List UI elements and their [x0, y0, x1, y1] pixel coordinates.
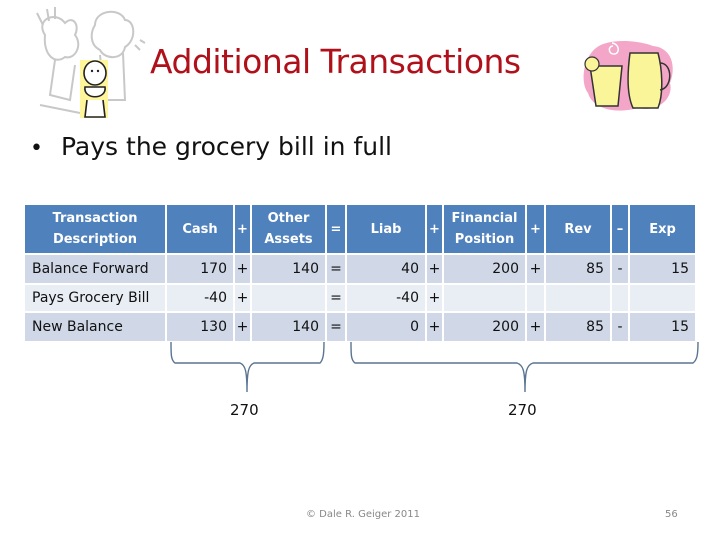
row-1-op-3: +	[427, 255, 442, 283]
row-2-financial-position	[444, 285, 525, 311]
bullet-text: Pays the grocery bill in full	[60, 132, 392, 161]
header-description: Transaction Description	[25, 205, 165, 253]
header-revenue: Rev	[546, 205, 610, 253]
row-3-op-5: -	[612, 313, 628, 341]
assets-total: 270	[230, 401, 259, 419]
header-plus-2: +	[427, 205, 442, 253]
row-2-description: Pays Grocery Bill	[25, 285, 165, 311]
row-3-cash: 130	[167, 313, 233, 341]
header-minus: –	[612, 205, 628, 253]
header-other-assets: Other Assets	[252, 205, 325, 253]
row-1-op-4: +	[527, 255, 544, 283]
row-1-op-1: +	[235, 255, 250, 283]
row-1-op-5: -	[612, 255, 628, 283]
row-1-cash: 170	[167, 255, 233, 283]
copyright-footer: © Dale R. Geiger 2011	[306, 509, 420, 520]
row-1-other-assets: 140	[252, 255, 325, 283]
row-3-liabilities: 0	[347, 313, 425, 341]
row-2-op-5	[612, 285, 628, 311]
page-number: 56	[665, 509, 678, 520]
row-3-op-3: +	[427, 313, 442, 341]
row-2-op-3: +	[427, 285, 442, 311]
row-3-revenue: 85	[546, 313, 610, 341]
row-3-other-assets: 140	[252, 313, 325, 341]
claims-total: 270	[508, 401, 537, 419]
row-1-expenses: 15	[630, 255, 695, 283]
row-3-financial-position: 200	[444, 313, 525, 341]
row-1-op-2: =	[327, 255, 345, 283]
row-2-op-1: +	[235, 285, 250, 311]
row-3-op-4: +	[527, 313, 544, 341]
slide-title: Additional Transactions	[150, 42, 521, 81]
claims-brace	[350, 341, 699, 393]
row-1-description: Balance Forward	[25, 255, 165, 283]
row-2-op-4	[527, 285, 544, 311]
header-plus-3: +	[527, 205, 544, 253]
row-3-op-1: +	[235, 313, 250, 341]
row-2-cash: -40	[167, 285, 233, 311]
header-cash: Cash	[167, 205, 233, 253]
row-2-liabilities: -40	[347, 285, 425, 311]
header-equals: =	[327, 205, 345, 253]
row-1-liabilities: 40	[347, 255, 425, 283]
header-plus-1: +	[235, 205, 250, 253]
row-1-financial-position: 200	[444, 255, 525, 283]
row-2-op-2: =	[327, 285, 345, 311]
header-liabilities: Liab	[347, 205, 425, 253]
row-2-expenses	[630, 285, 695, 311]
people-cartoon-icon	[36, 7, 146, 118]
row-2-revenue	[546, 285, 610, 311]
row-3-expenses: 15	[630, 313, 695, 341]
header-expenses: Exp	[630, 205, 695, 253]
bullet-dot-icon: •	[30, 136, 43, 161]
row-3-description: New Balance	[25, 313, 165, 341]
header-financial-position: Financial Position	[444, 205, 525, 253]
assets-brace	[170, 341, 325, 393]
row-2-other-assets	[252, 285, 325, 311]
lemonade-pitcher-icon	[583, 41, 673, 111]
row-3-op-2: =	[327, 313, 345, 341]
bullet-item: • Pays the grocery bill in full	[30, 132, 392, 161]
row-1-revenue: 85	[546, 255, 610, 283]
